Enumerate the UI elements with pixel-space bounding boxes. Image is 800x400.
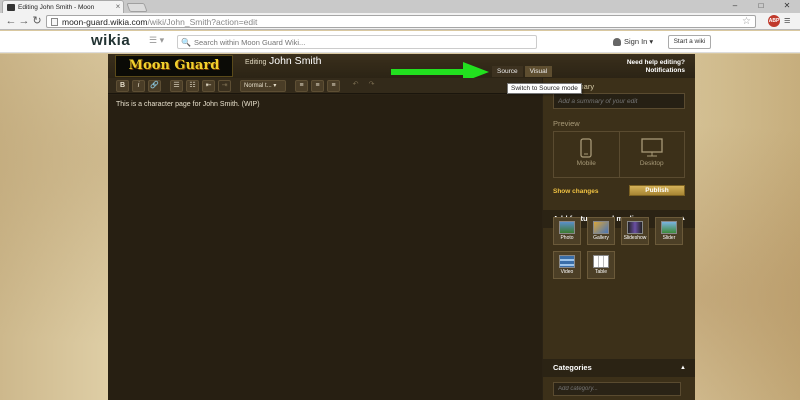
editor-mode-tabs: Source Visual <box>492 66 553 77</box>
wikia-logo[interactable]: wikia <box>91 32 130 49</box>
gallery-tile[interactable]: Gallery <box>587 217 615 245</box>
notifications-link[interactable]: Notifications <box>627 67 685 75</box>
editor-toolbar: B i 🔗 ☰ ☷ ⇤ ⇥ Normal t... ▾ ≡ ≡ ≡ ↶ ↷ <box>108 78 542 94</box>
slideshow-icon <box>627 221 643 234</box>
preview-mobile-label: Mobile <box>576 160 596 167</box>
back-arrow-icon[interactable]: ← <box>4 14 18 28</box>
categories-heading: Categories <box>553 363 592 372</box>
link-button[interactable]: 🔗 <box>148 79 161 92</box>
collapse-caret-icon[interactable]: ▲ <box>680 359 686 377</box>
tab-source[interactable]: Source <box>492 66 523 77</box>
address-bar[interactable]: moon-guard.wikia.com/wiki/John_Smith?act… <box>46 15 756 28</box>
page-title: John Smith <box>269 55 322 67</box>
favicon-icon <box>7 3 15 11</box>
browser-menu-icon[interactable]: ≡ <box>784 14 790 28</box>
source-mode-tooltip: Switch to Source mode <box>507 83 582 94</box>
preview-mobile-button[interactable]: Mobile <box>554 132 619 177</box>
hub-menu-button[interactable]: ☰ ▾ <box>149 35 164 46</box>
tab-title: Editing John Smith - Moon <box>18 3 95 11</box>
align-right-button[interactable]: ≡ <box>327 79 340 92</box>
show-changes-link[interactable]: Show changes <box>553 188 599 195</box>
sign-in-label: Sign In ▾ <box>624 37 654 46</box>
search-box: 🔍 <box>177 35 537 49</box>
gallery-icon <box>593 221 609 234</box>
sign-in-button[interactable]: Sign In ▾ <box>613 37 653 46</box>
photo-tile[interactable]: Photo <box>553 217 581 245</box>
bookmark-star-icon[interactable]: ☆ <box>742 16 751 28</box>
tab-close-icon[interactable]: × <box>113 2 123 12</box>
new-tab-button[interactable] <box>126 3 148 12</box>
align-left-button[interactable]: ≡ <box>295 79 308 92</box>
bold-button[interactable]: B <box>116 79 129 92</box>
window-controls: ‒ □ ✕ <box>722 0 800 13</box>
edit-rail: Summary Preview Mobile Desktop Show chan… <box>543 78 695 400</box>
video-tile[interactable]: Video <box>553 251 581 279</box>
browser-toolbar: ← → ↻ moon-guard.wikia.com/wiki/John_Smi… <box>0 13 800 30</box>
minimize-button[interactable]: ‒ <box>722 0 748 13</box>
maximize-button[interactable]: □ <box>748 0 774 13</box>
undo-button[interactable]: ↶ <box>349 80 362 92</box>
browser-tab[interactable]: Editing John Smith - Moon × <box>2 0 124 13</box>
table-icon <box>593 255 609 268</box>
browser-tabbar: Editing John Smith - Moon × ‒ □ ✕ <box>0 0 800 13</box>
preview-options: Mobile Desktop <box>553 131 685 178</box>
tab-visual[interactable]: Visual <box>524 66 553 77</box>
url-text: moon-guard.wikia.com/wiki/John_Smith?act… <box>62 16 258 27</box>
outdent-button[interactable]: ⇤ <box>202 79 215 92</box>
editor: Moon Guard Wiki Editing John Smith Sourc… <box>108 54 695 400</box>
desktop-monitor-icon <box>641 138 663 157</box>
editing-label: Editing <box>245 59 267 66</box>
publish-button[interactable]: Publish <box>629 185 685 196</box>
indent-button[interactable]: ⇥ <box>218 79 231 92</box>
align-center-button[interactable]: ≡ <box>311 79 324 92</box>
category-input[interactable] <box>553 382 681 396</box>
need-help-link[interactable]: Need help editing? <box>627 59 685 67</box>
content-paragraph[interactable]: This is a character page for John Smith.… <box>116 101 534 108</box>
editor-content[interactable]: This is a character page for John Smith.… <box>108 95 542 400</box>
help-links: Need help editing? Notifications <box>627 59 685 75</box>
start-a-wiki-button[interactable]: Start a wiki <box>668 35 711 49</box>
mobile-phone-icon <box>580 138 592 158</box>
preview-desktop-label: Desktop <box>639 160 664 167</box>
slideshow-tile[interactable]: Slideshow <box>621 217 649 245</box>
user-icon <box>613 37 621 46</box>
search-input[interactable] <box>194 37 524 47</box>
bullet-list-button[interactable]: ☰ <box>170 79 183 92</box>
paragraph-format-select[interactable]: Normal t... ▾ <box>240 79 286 92</box>
video-icon <box>559 255 575 268</box>
editor-header: Moon Guard Wiki Editing John Smith Sourc… <box>108 54 695 93</box>
preview-label: Preview <box>553 119 580 128</box>
adblock-extension-icon[interactable]: ABP <box>768 15 780 27</box>
italic-button[interactable]: i <box>132 79 145 92</box>
wikia-global-nav: wikia ☰ ▾ 🔍 Sign In ▾ Start a wiki <box>0 31 800 53</box>
page-icon <box>51 17 58 26</box>
summary-input[interactable] <box>553 93 685 109</box>
photo-icon <box>559 221 575 234</box>
redo-button[interactable]: ↷ <box>365 80 378 92</box>
reload-icon[interactable]: ↻ <box>30 14 44 28</box>
forward-arrow-icon[interactable]: → <box>17 14 31 28</box>
search-icon: 🔍 <box>181 37 191 47</box>
categories-section-header[interactable]: Categories ▲ <box>543 359 695 377</box>
preview-desktop-button[interactable]: Desktop <box>618 132 685 177</box>
numbered-list-button[interactable]: ☷ <box>186 79 199 92</box>
slider-tile[interactable]: Slider <box>655 217 683 245</box>
wiki-logo[interactable]: Moon Guard Wiki <box>115 55 233 93</box>
slider-icon <box>661 221 677 234</box>
table-tile[interactable]: Table <box>587 251 615 279</box>
close-window-button[interactable]: ✕ <box>774 0 800 13</box>
